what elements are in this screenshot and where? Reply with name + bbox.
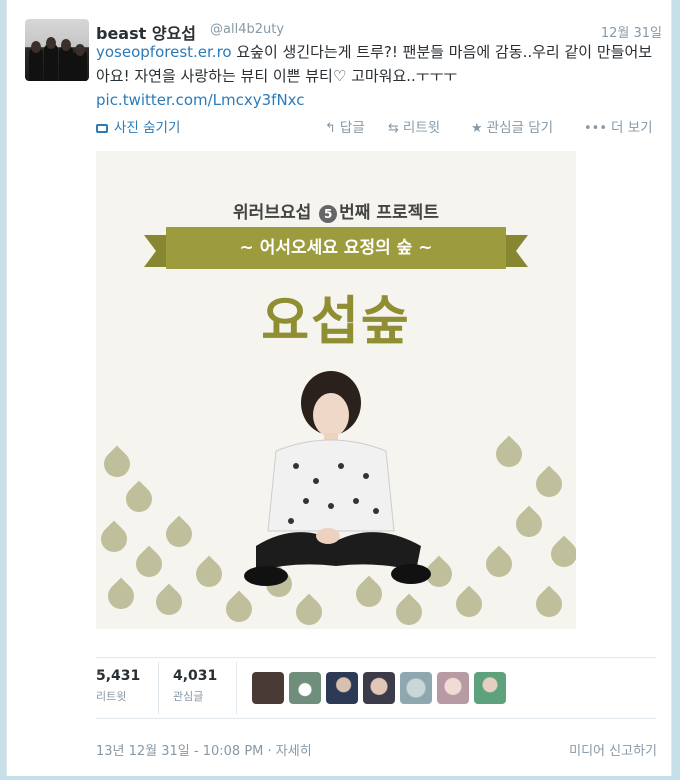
tweet-actions: 사진 숨기기 ↰ 답글 ⇆ 리트윗 ★ 관심글 담기 ••• 더 보기 bbox=[90, 114, 656, 136]
favoriter-avatar[interactable] bbox=[437, 672, 469, 704]
favoriter-avatar[interactable] bbox=[400, 672, 432, 704]
tweet-link-pic[interactable]: pic.twitter.com/Lmcxy3fNxc bbox=[96, 91, 305, 109]
retweet-icon: ⇆ bbox=[388, 121, 399, 136]
poster-line-post: 번째 프로젝트 bbox=[339, 203, 439, 223]
more-icon: ••• bbox=[584, 121, 608, 136]
stats-bottom-divider bbox=[96, 718, 656, 719]
retweet-count-value: 5,431 bbox=[96, 668, 141, 684]
poster-title: 요섭숲 bbox=[261, 292, 411, 352]
favoriter-avatar[interactable] bbox=[363, 672, 395, 704]
reply-label: 답글 bbox=[339, 120, 365, 136]
tweet-link-forest[interactable]: yoseopforest.er.ro bbox=[96, 43, 232, 61]
avatar[interactable] bbox=[25, 19, 89, 81]
reply-button[interactable]: ↰ 답글 bbox=[325, 116, 365, 136]
favorite-count-value: 4,031 bbox=[173, 668, 218, 684]
more-button[interactable]: ••• 더 보기 bbox=[584, 116, 653, 136]
more-label: 더 보기 bbox=[611, 120, 653, 136]
tweet-text: yoseopforest.er.ro 요숲이 생긴다는게 트루?! 팬분들 마음… bbox=[96, 40, 661, 112]
tweet-photo[interactable]: 위러브요섭 5 번째 프로젝트 ~ 어서오세요 요정의 숲 ~ 요섭숲 bbox=[96, 151, 576, 629]
report-media-link[interactable]: 미디어 신고하기 bbox=[569, 740, 657, 759]
favorite-label: 관심글 담기 bbox=[486, 120, 554, 136]
poster-line-pre: 위러브요섭 bbox=[233, 203, 312, 223]
poster-number-badge: 5 bbox=[319, 205, 338, 223]
stats-separator bbox=[236, 662, 237, 714]
favoriter-avatar[interactable] bbox=[252, 672, 284, 704]
star-icon: ★ bbox=[471, 121, 483, 136]
favorite-button[interactable]: ★ 관심글 담기 bbox=[471, 116, 553, 136]
tweet-timestamp[interactable]: 13년 12월 31일 - 10:08 PM bbox=[96, 744, 263, 759]
favoriter-avatar[interactable] bbox=[326, 672, 358, 704]
retweet-count[interactable]: 5,431 리트윗 bbox=[96, 668, 140, 704]
hide-photo-button[interactable]: 사진 숨기기 bbox=[96, 116, 180, 136]
favoriter-avatar[interactable] bbox=[474, 672, 506, 704]
stats-separator bbox=[158, 662, 159, 714]
reply-icon: ↰ bbox=[325, 121, 336, 136]
author-handle[interactable]: @all4b2uty bbox=[210, 22, 284, 37]
tweet-header: beast 양요섭 @all4b2uty 12월 31일 bbox=[96, 18, 662, 43]
stats-top-divider bbox=[96, 657, 656, 658]
person-illustration bbox=[244, 371, 431, 586]
retweet-label: 리트윗 bbox=[402, 120, 441, 136]
favoriter-avatar[interactable] bbox=[289, 672, 321, 704]
retweet-count-label: 리트윗 bbox=[96, 690, 127, 703]
favorite-count-label: 관심글 bbox=[173, 690, 204, 703]
hide-photo-label: 사진 숨기기 bbox=[114, 120, 181, 136]
poster-banner: ~ 어서오세요 요정의 숲 ~ bbox=[144, 227, 528, 269]
tweet-date[interactable]: 12월 31일 bbox=[601, 22, 662, 41]
poster-project-line: 위러브요섭 5 번째 프로젝트 bbox=[96, 198, 576, 223]
retweet-button[interactable]: ⇆ 리트윗 bbox=[388, 116, 440, 136]
tweet-timestamp-row: 13년 12월 31일 - 10:08 PM · 자세히 bbox=[96, 740, 312, 759]
photo-icon bbox=[96, 124, 108, 133]
favorite-count[interactable]: 4,031 관심글 bbox=[173, 668, 217, 704]
details-link[interactable]: · 자세히 bbox=[268, 744, 312, 759]
